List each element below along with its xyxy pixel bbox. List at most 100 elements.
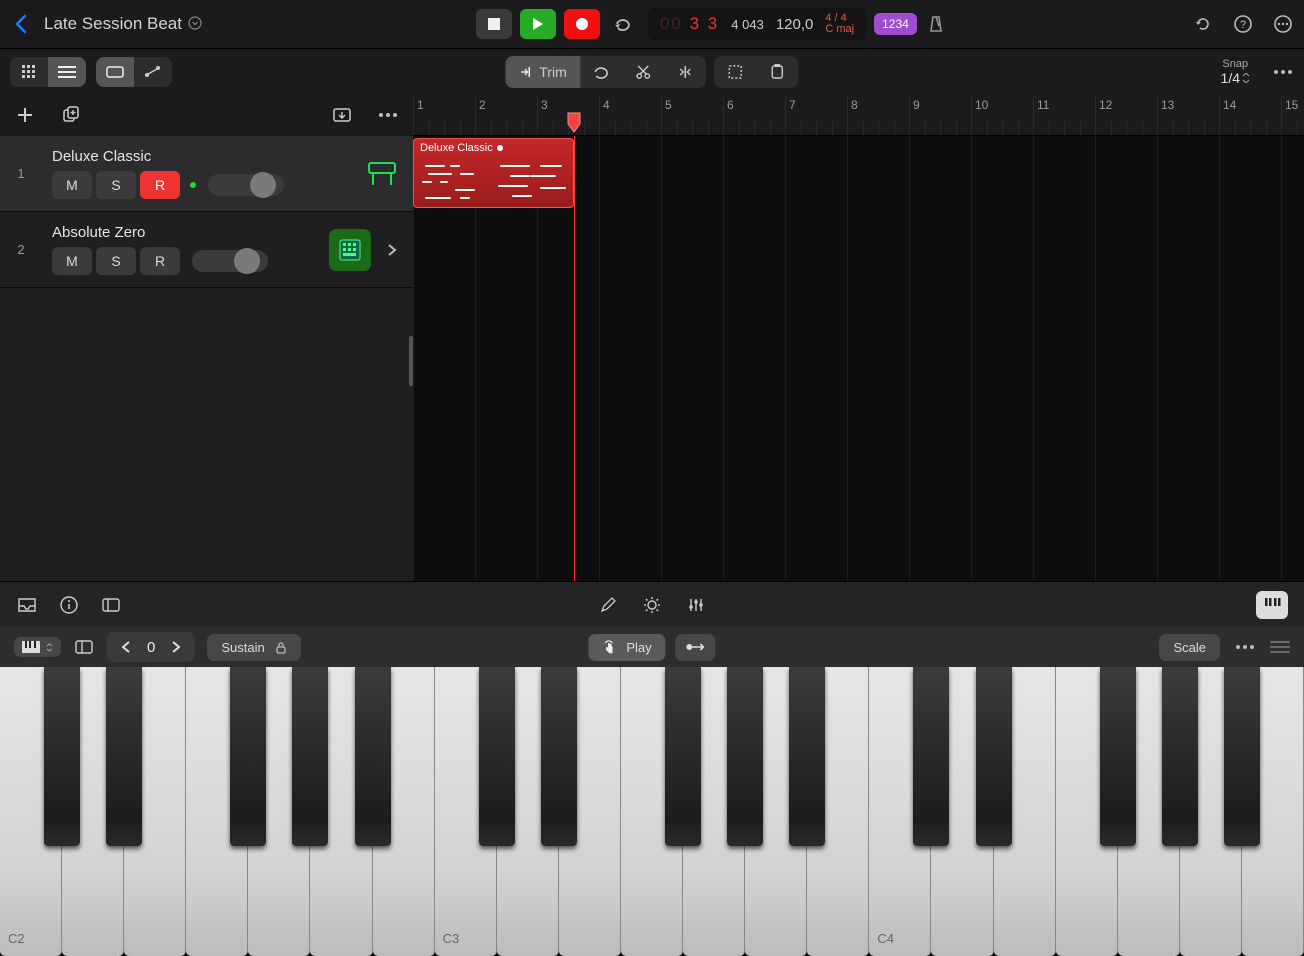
bar-number: 3 bbox=[541, 98, 548, 112]
bar-number: 11 bbox=[1037, 98, 1049, 112]
bar-number: 12 bbox=[1099, 98, 1112, 112]
lock-icon bbox=[275, 641, 287, 654]
instrument-icon[interactable] bbox=[361, 153, 403, 195]
record-enable-button[interactable]: R bbox=[140, 247, 180, 275]
keyboard-toggle-button[interactable] bbox=[1256, 591, 1288, 619]
track-name: Absolute Zero bbox=[52, 224, 319, 241]
tap-icon bbox=[602, 640, 616, 654]
undo-button[interactable] bbox=[1192, 13, 1214, 35]
black-key[interactable] bbox=[789, 667, 825, 846]
track-header-bar: 123456789101112131415 bbox=[0, 94, 1304, 136]
region-view-button[interactable] bbox=[96, 57, 134, 87]
playhead-marker[interactable] bbox=[567, 112, 581, 132]
scissors-tool-button[interactable] bbox=[623, 56, 665, 88]
edit-pencil-icon[interactable] bbox=[597, 594, 619, 616]
cycle-button[interactable] bbox=[608, 9, 640, 39]
volume-slider[interactable] bbox=[208, 174, 284, 196]
record-button[interactable] bbox=[564, 9, 600, 39]
editor-header bbox=[0, 581, 1304, 627]
black-key[interactable] bbox=[665, 667, 701, 846]
scale-button[interactable]: Scale bbox=[1159, 634, 1220, 661]
octave-down-button[interactable] bbox=[115, 636, 137, 658]
drag-handle[interactable] bbox=[1270, 641, 1290, 653]
split-tool-button[interactable] bbox=[665, 56, 707, 88]
split-keyboard-button[interactable] bbox=[73, 636, 95, 658]
info-icon[interactable] bbox=[58, 594, 80, 616]
playhead-line[interactable] bbox=[574, 136, 575, 581]
black-key[interactable] bbox=[1162, 667, 1198, 846]
play-button[interactable] bbox=[520, 9, 556, 39]
add-track-button[interactable] bbox=[14, 104, 36, 126]
help-button[interactable]: ? bbox=[1232, 13, 1254, 35]
stop-button[interactable] bbox=[476, 9, 512, 39]
track-header[interactable]: 2Absolute ZeroMSR bbox=[0, 212, 413, 288]
black-key[interactable] bbox=[479, 667, 515, 846]
black-key[interactable] bbox=[976, 667, 1012, 846]
bar-number: 2 bbox=[479, 98, 486, 112]
instrument-icon[interactable] bbox=[329, 229, 371, 271]
panel-layout-icon[interactable] bbox=[100, 594, 122, 616]
track-number: 1 bbox=[0, 166, 42, 181]
loop-tool-button[interactable] bbox=[581, 56, 623, 88]
octave-up-button[interactable] bbox=[165, 636, 187, 658]
solo-button[interactable]: S bbox=[96, 171, 136, 199]
midi-region[interactable]: Deluxe Classic bbox=[413, 138, 574, 208]
count-in-button[interactable]: 1234 bbox=[874, 13, 917, 35]
automation-view-button[interactable] bbox=[134, 57, 172, 87]
black-key[interactable] bbox=[44, 667, 80, 846]
more-menu-button[interactable] bbox=[1272, 13, 1294, 35]
record-enable-button[interactable]: R bbox=[140, 171, 180, 199]
track-disclosure-button[interactable] bbox=[381, 239, 403, 261]
tracks-view-button[interactable] bbox=[48, 57, 86, 87]
import-button[interactable] bbox=[331, 104, 353, 126]
track-lanes[interactable]: Deluxe Classic bbox=[413, 136, 1304, 581]
clipboard-button[interactable] bbox=[757, 56, 799, 88]
back-button[interactable] bbox=[10, 13, 32, 35]
chevron-down-icon bbox=[188, 16, 204, 32]
toolbar-more-button[interactable] bbox=[1272, 61, 1294, 83]
smart-controls-icon[interactable] bbox=[641, 594, 663, 616]
marquee-tool-button[interactable] bbox=[715, 56, 757, 88]
sustain-button[interactable]: Sustain bbox=[207, 634, 300, 661]
glissando-button[interactable] bbox=[676, 634, 716, 661]
keyboard-size-button[interactable] bbox=[14, 637, 61, 657]
black-key[interactable] bbox=[727, 667, 763, 846]
faders-icon[interactable] bbox=[685, 594, 707, 616]
volume-slider[interactable] bbox=[192, 250, 268, 272]
trim-tool-button[interactable]: Trim bbox=[505, 56, 580, 88]
input-indicator bbox=[190, 182, 196, 188]
mute-button[interactable]: M bbox=[52, 247, 92, 275]
inbox-icon[interactable] bbox=[16, 594, 38, 616]
mixer-view-button[interactable] bbox=[10, 57, 48, 87]
bar-number: 8 bbox=[851, 98, 858, 112]
scale-label: Scale bbox=[1173, 640, 1206, 655]
play-mode-button[interactable]: Play bbox=[588, 634, 665, 661]
snap-selector[interactable]: Snap 1/4 bbox=[1221, 58, 1250, 86]
black-key[interactable] bbox=[1100, 667, 1136, 846]
octave-value: 0 bbox=[147, 639, 155, 656]
track-header[interactable]: 1 Deluxe Classic MSR bbox=[0, 136, 413, 212]
black-key[interactable] bbox=[1224, 667, 1260, 846]
track-name: Deluxe Classic bbox=[52, 148, 351, 165]
timeline-ruler[interactable]: 123456789101112131415 bbox=[413, 94, 1304, 136]
position-bars: 3 3 bbox=[690, 14, 720, 33]
black-key[interactable] bbox=[913, 667, 949, 846]
project-title-button[interactable]: Late Session Beat bbox=[44, 14, 204, 34]
bar-number: 1 bbox=[417, 98, 424, 112]
duplicate-track-button[interactable] bbox=[60, 104, 82, 126]
black-key[interactable] bbox=[355, 667, 391, 846]
solo-button[interactable]: S bbox=[96, 247, 136, 275]
black-key[interactable] bbox=[230, 667, 266, 846]
project-title: Late Session Beat bbox=[44, 14, 182, 34]
mute-button[interactable]: M bbox=[52, 171, 92, 199]
piano-keyboard[interactable]: C2C3C4 bbox=[0, 667, 1304, 956]
keyboard-more-button[interactable] bbox=[1234, 636, 1256, 658]
black-key[interactable] bbox=[292, 667, 328, 846]
black-key[interactable] bbox=[106, 667, 142, 846]
track-options-button[interactable] bbox=[377, 104, 399, 126]
lcd-display[interactable]: 00 3 3 4 043 120,0 4 / 4 C maj bbox=[648, 8, 866, 40]
black-key[interactable] bbox=[541, 667, 577, 846]
region-name: Deluxe Classic bbox=[420, 142, 493, 154]
view-mode-segment bbox=[10, 57, 86, 87]
metronome-button[interactable] bbox=[925, 13, 947, 35]
